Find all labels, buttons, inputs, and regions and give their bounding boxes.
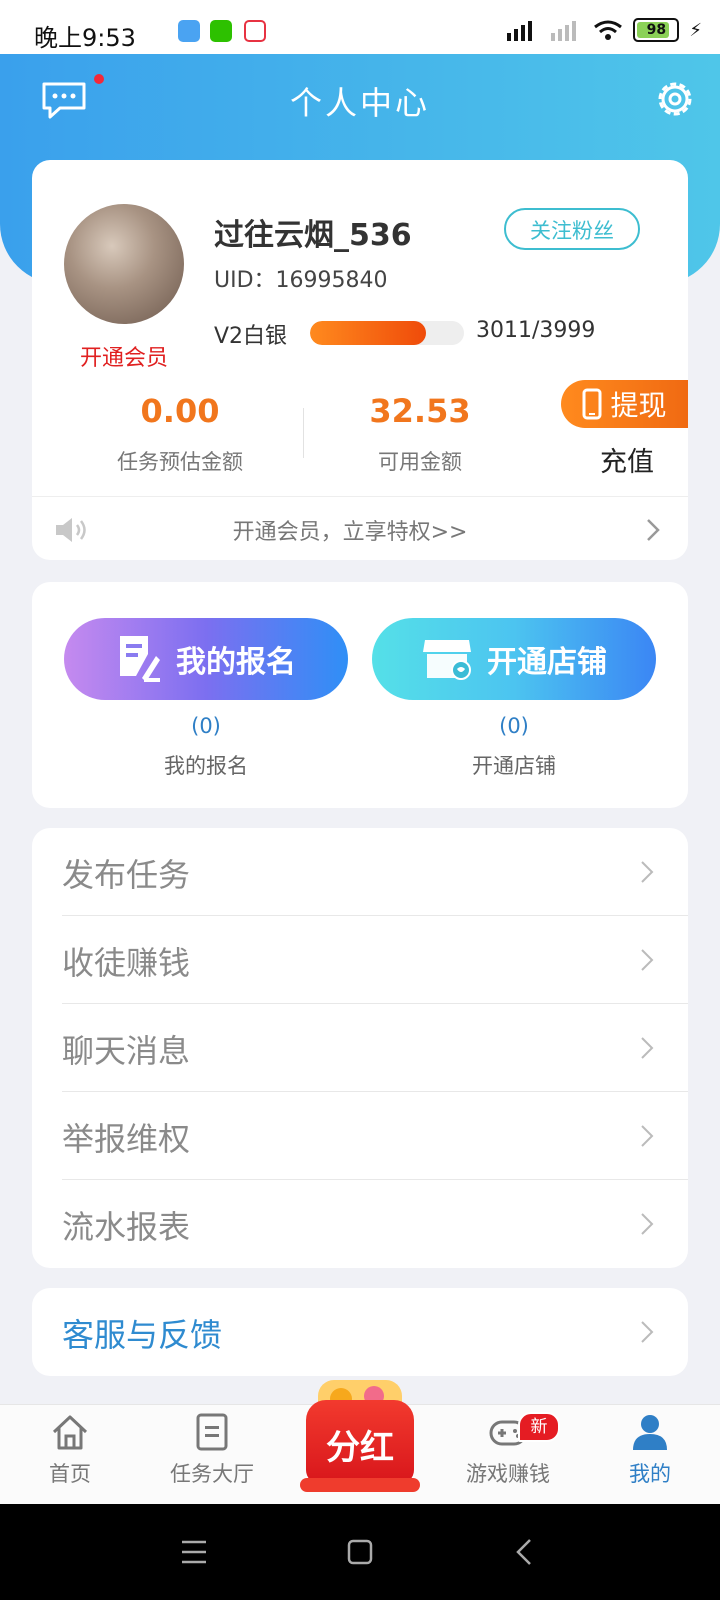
open-shop-button[interactable]: 开通店铺 bbox=[372, 618, 656, 700]
tab-home[interactable]: 首页 bbox=[10, 1412, 130, 1488]
dividend-base bbox=[300, 1478, 420, 1492]
menu-item-report[interactable]: 举报维权 bbox=[32, 1092, 688, 1180]
recharge-button[interactable]: 充值 bbox=[600, 440, 654, 479]
gear-icon[interactable] bbox=[652, 76, 698, 122]
page-title: 个人中心 bbox=[289, 84, 430, 122]
divider bbox=[32, 496, 688, 497]
support-feedback-item[interactable]: 客服与反馈 bbox=[32, 1288, 688, 1376]
tab-task-hall[interactable]: 任务大厅 bbox=[152, 1412, 272, 1488]
chevron-right-icon bbox=[641, 861, 654, 883]
username: 过往云烟_536 bbox=[214, 218, 412, 253]
level-progress-fill bbox=[310, 321, 426, 345]
charging-icon: ⚡ bbox=[689, 19, 702, 41]
menu-item-label: 聊天消息 bbox=[62, 1032, 191, 1070]
withdraw-label: 提现 bbox=[610, 389, 667, 422]
withdraw-button[interactable]: 提现 bbox=[561, 380, 688, 428]
vip-notice[interactable]: 开通会员，立享特权>> bbox=[100, 514, 600, 546]
estimated-amount-value: 0.00 bbox=[140, 392, 220, 430]
tab-label: 我的 bbox=[629, 1462, 671, 1486]
speaker-icon bbox=[56, 518, 86, 542]
avatar[interactable] bbox=[64, 204, 184, 324]
signup-form-icon bbox=[120, 636, 160, 682]
signup-count: (0) bbox=[191, 714, 221, 738]
menu-item-transactions[interactable]: 流水报表 bbox=[32, 1180, 688, 1268]
my-signup-label: 我的报名 bbox=[176, 645, 296, 680]
support-feedback-label: 客服与反馈 bbox=[62, 1316, 223, 1354]
tab-label: 任务大厅 bbox=[170, 1462, 254, 1486]
signal-icon bbox=[507, 21, 533, 41]
home-square-icon[interactable] bbox=[336, 1528, 384, 1576]
menu-item-publish-task[interactable]: 发布任务 bbox=[32, 828, 688, 916]
follow-fans-button[interactable]: 关注粉丝 bbox=[504, 208, 640, 250]
status-time: 晚上9:53 bbox=[34, 24, 136, 52]
menu-item-chat-messages[interactable]: 聊天消息 bbox=[32, 1004, 688, 1092]
signal-off-icon bbox=[551, 21, 577, 41]
level-name: V2白银 bbox=[214, 324, 288, 349]
phone-icon bbox=[582, 388, 602, 420]
app-notification-icon bbox=[244, 20, 266, 42]
chevron-right-icon bbox=[641, 1321, 654, 1343]
user-id: UID：16995840 bbox=[214, 268, 388, 293]
tab-label: 首页 bbox=[49, 1462, 91, 1486]
menu-item-recruit-earn[interactable]: 收徒赚钱 bbox=[32, 916, 688, 1004]
wifi-icon bbox=[594, 20, 623, 40]
estimated-amount-label: 任务预估金额 bbox=[117, 450, 243, 474]
menu-item-label: 收徒赚钱 bbox=[62, 944, 191, 982]
status-icons: 98 ⚡ bbox=[505, 18, 702, 42]
tab-me[interactable]: 我的 bbox=[590, 1412, 710, 1488]
chevron-right-icon bbox=[641, 1125, 654, 1147]
new-badge: 新 bbox=[518, 1412, 560, 1442]
menu-item-label: 发布任务 bbox=[62, 856, 191, 894]
task-list-icon bbox=[196, 1413, 228, 1451]
back-icon[interactable] bbox=[502, 1528, 550, 1576]
level-progress-text: 3011/3999 bbox=[476, 318, 596, 343]
available-amount-label: 可用金额 bbox=[378, 450, 462, 474]
tab-dividend[interactable]: 分红 bbox=[300, 1380, 420, 1498]
signup-caption: 我的报名 bbox=[164, 754, 248, 778]
available-amount-value: 32.53 bbox=[369, 392, 471, 430]
stat-divider bbox=[303, 408, 304, 458]
level-progress-bar bbox=[310, 321, 464, 345]
chevron-right-icon bbox=[641, 1037, 654, 1059]
dividend-label: 分红 bbox=[326, 1428, 394, 1468]
home-icon bbox=[52, 1415, 88, 1450]
chevron-right-icon[interactable] bbox=[646, 518, 660, 542]
shop-count: (0) bbox=[499, 714, 529, 738]
wechat-icon bbox=[210, 20, 232, 42]
app-notification-icon bbox=[178, 20, 200, 42]
menu-item-label: 流水报表 bbox=[62, 1208, 191, 1246]
store-icon bbox=[423, 640, 471, 680]
chevron-right-icon bbox=[641, 1213, 654, 1235]
open-vip-link[interactable]: 开通会员 bbox=[64, 340, 184, 372]
my-signup-button[interactable]: 我的报名 bbox=[64, 618, 348, 700]
menu-icon[interactable] bbox=[170, 1528, 218, 1576]
menu-item-label: 举报维权 bbox=[62, 1120, 191, 1158]
user-icon bbox=[633, 1415, 667, 1450]
shop-caption: 开通店铺 bbox=[472, 754, 556, 778]
tab-label: 游戏赚钱 bbox=[466, 1462, 550, 1486]
battery-icon: 98 bbox=[633, 18, 680, 42]
open-shop-label: 开通店铺 bbox=[487, 645, 607, 680]
chevron-right-icon bbox=[641, 949, 654, 971]
